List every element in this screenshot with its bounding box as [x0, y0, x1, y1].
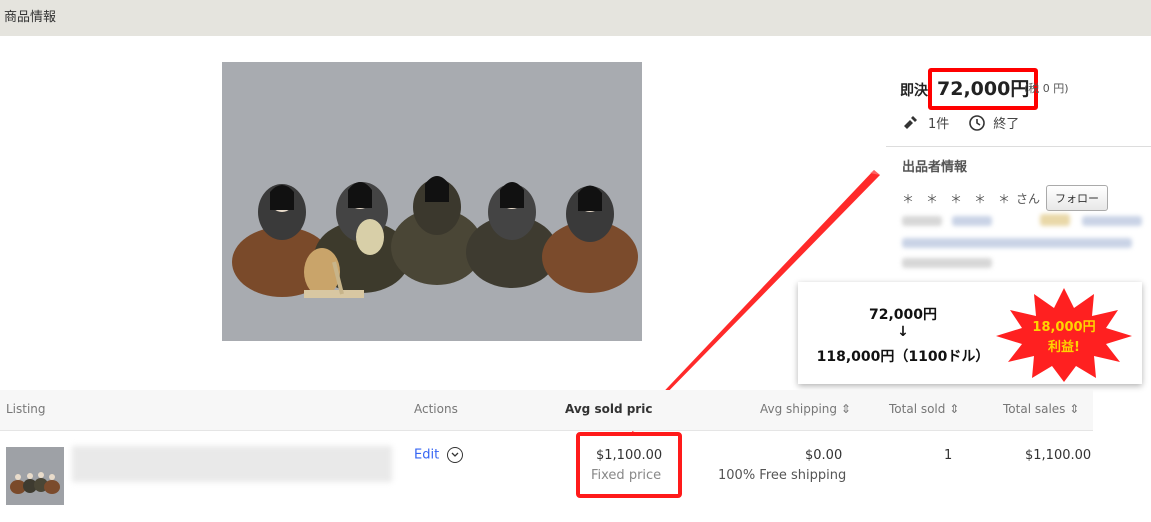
row-divider [0, 430, 1093, 431]
avg-shipping-value: $0.00 [805, 448, 843, 463]
clock-icon [969, 114, 986, 131]
col-total-sold[interactable]: Total sold ⇕ [889, 402, 959, 416]
seller-suffix: さん [1016, 191, 1041, 206]
price-label: 即決 [900, 83, 928, 99]
follow-button[interactable]: フォロー [1046, 185, 1109, 211]
row-actions[interactable]: Edit [414, 447, 464, 463]
bid-count: 1件 [928, 117, 950, 132]
total-sales-value: $1,100.00 [1025, 448, 1092, 463]
sold-price: 118,000円（1100ドル） [816, 349, 990, 365]
col-avg-shipping[interactable]: Avg shipping ⇕ [760, 402, 851, 416]
seller-row: ＊ ＊ ＊ ＊ ＊ さん フォロー [902, 185, 1109, 211]
auction-status: 終了 [993, 117, 1020, 132]
sort-icon: ⇕ [840, 402, 851, 416]
blurred-info [902, 216, 942, 226]
sold-price-highlight [576, 432, 682, 498]
dolls-illustration [222, 62, 642, 341]
col-total-sales[interactable]: Total sales ⇕ [1003, 402, 1079, 416]
profit-label: 利益! [1048, 340, 1080, 355]
blurred-info [952, 216, 992, 226]
chevron-down-icon[interactable] [447, 447, 464, 463]
sort-icon: ⇕ [949, 402, 960, 416]
gavel-icon [904, 115, 917, 129]
blurred-info [1040, 214, 1070, 226]
seller-section-title: 出品者情報 [902, 160, 968, 175]
blurred-info [902, 258, 992, 268]
col-actions: Actions [414, 402, 458, 416]
page-header: 商品情報 [0, 0, 1151, 36]
product-image[interactable] [222, 62, 642, 341]
shipping-note: 100% Free shipping [718, 468, 847, 483]
profit-amount: 18,000円 [1032, 320, 1096, 335]
col-total-sold-label: Total sold [889, 402, 946, 416]
page-title: 商品情報 [4, 10, 57, 25]
col-avg-shipping-label: Avg shipping [760, 402, 838, 416]
col-total-sales-label: Total sales [1003, 402, 1066, 416]
thumbnail-image [6, 447, 64, 505]
purchase-price: 72,000円 [868, 307, 938, 323]
blurred-info [1082, 216, 1142, 226]
avg-sold-price-value: $1,100.00 [596, 448, 663, 463]
down-arrow: ↓ [897, 324, 909, 340]
sort-icon: ⇕ [1069, 402, 1080, 416]
price-type: Fixed price [591, 468, 662, 483]
tax-note: (税 0 円) [1024, 82, 1069, 95]
edit-link[interactable]: Edit [414, 448, 439, 463]
price-highlight: 72,000円 [928, 68, 1039, 110]
seller-name: ＊ ＊ ＊ ＊ ＊ [902, 191, 1011, 206]
auction-meta: 1件 終了 [902, 113, 1019, 132]
col-listing[interactable]: Listing [6, 402, 46, 416]
listing-thumbnail[interactable] [6, 447, 64, 505]
col-avg-sold-price[interactable]: Avg sold pric [565, 402, 652, 416]
blurred-info [902, 238, 1132, 248]
total-sold-value: 1 [944, 448, 953, 463]
panel-divider [886, 146, 1151, 147]
listing-title-blurred[interactable] [72, 446, 392, 482]
